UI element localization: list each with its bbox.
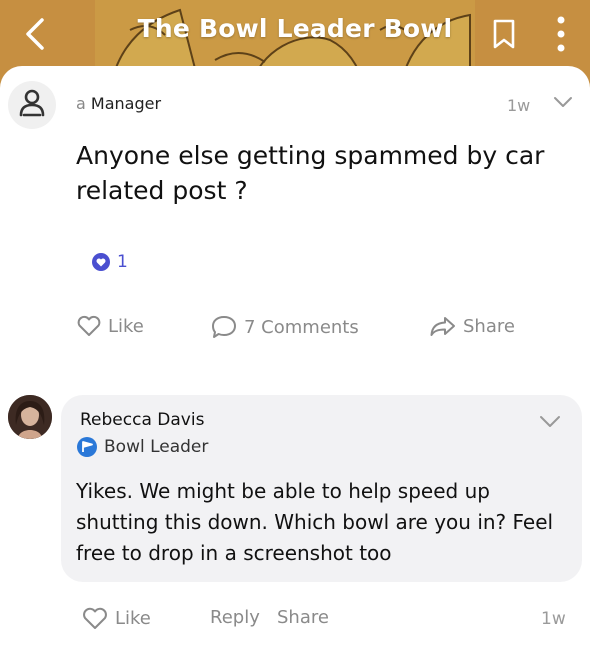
comments-button[interactable]: 7 Comments [210,314,359,340]
comment-like-button[interactable]: Like [81,605,151,631]
bookmark-icon [493,19,515,49]
reaction-summary[interactable]: 1 [91,252,128,272]
more-vertical-icon [557,16,565,52]
author-prefix: a [76,94,86,113]
like-label: Like [108,315,144,337]
comment-share-label: Share [277,607,329,628]
commenter-badge: Bowl Leader [76,436,208,458]
comment-bubble-icon [212,316,236,338]
commenter-name[interactable]: Rebecca Davis [80,410,204,430]
comment-share-button[interactable]: Share [277,607,329,628]
chevron-down-icon [540,416,560,427]
share-label: Share [463,315,515,337]
bowl-leader-badge-icon [77,437,97,457]
reply-label: Reply [210,607,260,628]
avatar[interactable] [8,81,56,129]
post-author[interactable]: a Manager [76,94,161,113]
share-arrow-icon [430,317,455,336]
post-body: Anyone else getting spammed by car relat… [76,141,545,205]
reply-button[interactable]: Reply [210,607,260,628]
heart-icon [83,607,107,629]
badge-label: Bowl Leader [104,437,209,457]
reaction-count: 1 [117,252,128,272]
heart-reaction-icon [92,253,110,271]
commenter-avatar[interactable] [8,395,52,439]
post-timestamp: 1w [507,96,531,115]
like-button[interactable]: Like [76,314,144,338]
more-options-button[interactable] [548,14,574,54]
profile-photo [8,395,52,439]
author-role: Manager [90,94,162,113]
comment-options-button[interactable] [538,414,562,430]
post-options-button[interactable] [552,94,574,110]
comment-body: Yikes. We might be able to help speed up… [76,479,554,565]
bookmark-button[interactable] [490,18,518,50]
chevron-down-icon [554,97,572,107]
comment-timestamp: 1w [541,609,566,629]
heart-icon [77,315,101,336]
anonymous-user-icon [19,89,45,117]
comments-label: 7 Comments [244,316,359,338]
comment-like-label: Like [115,607,151,629]
share-button[interactable]: Share [429,314,515,338]
